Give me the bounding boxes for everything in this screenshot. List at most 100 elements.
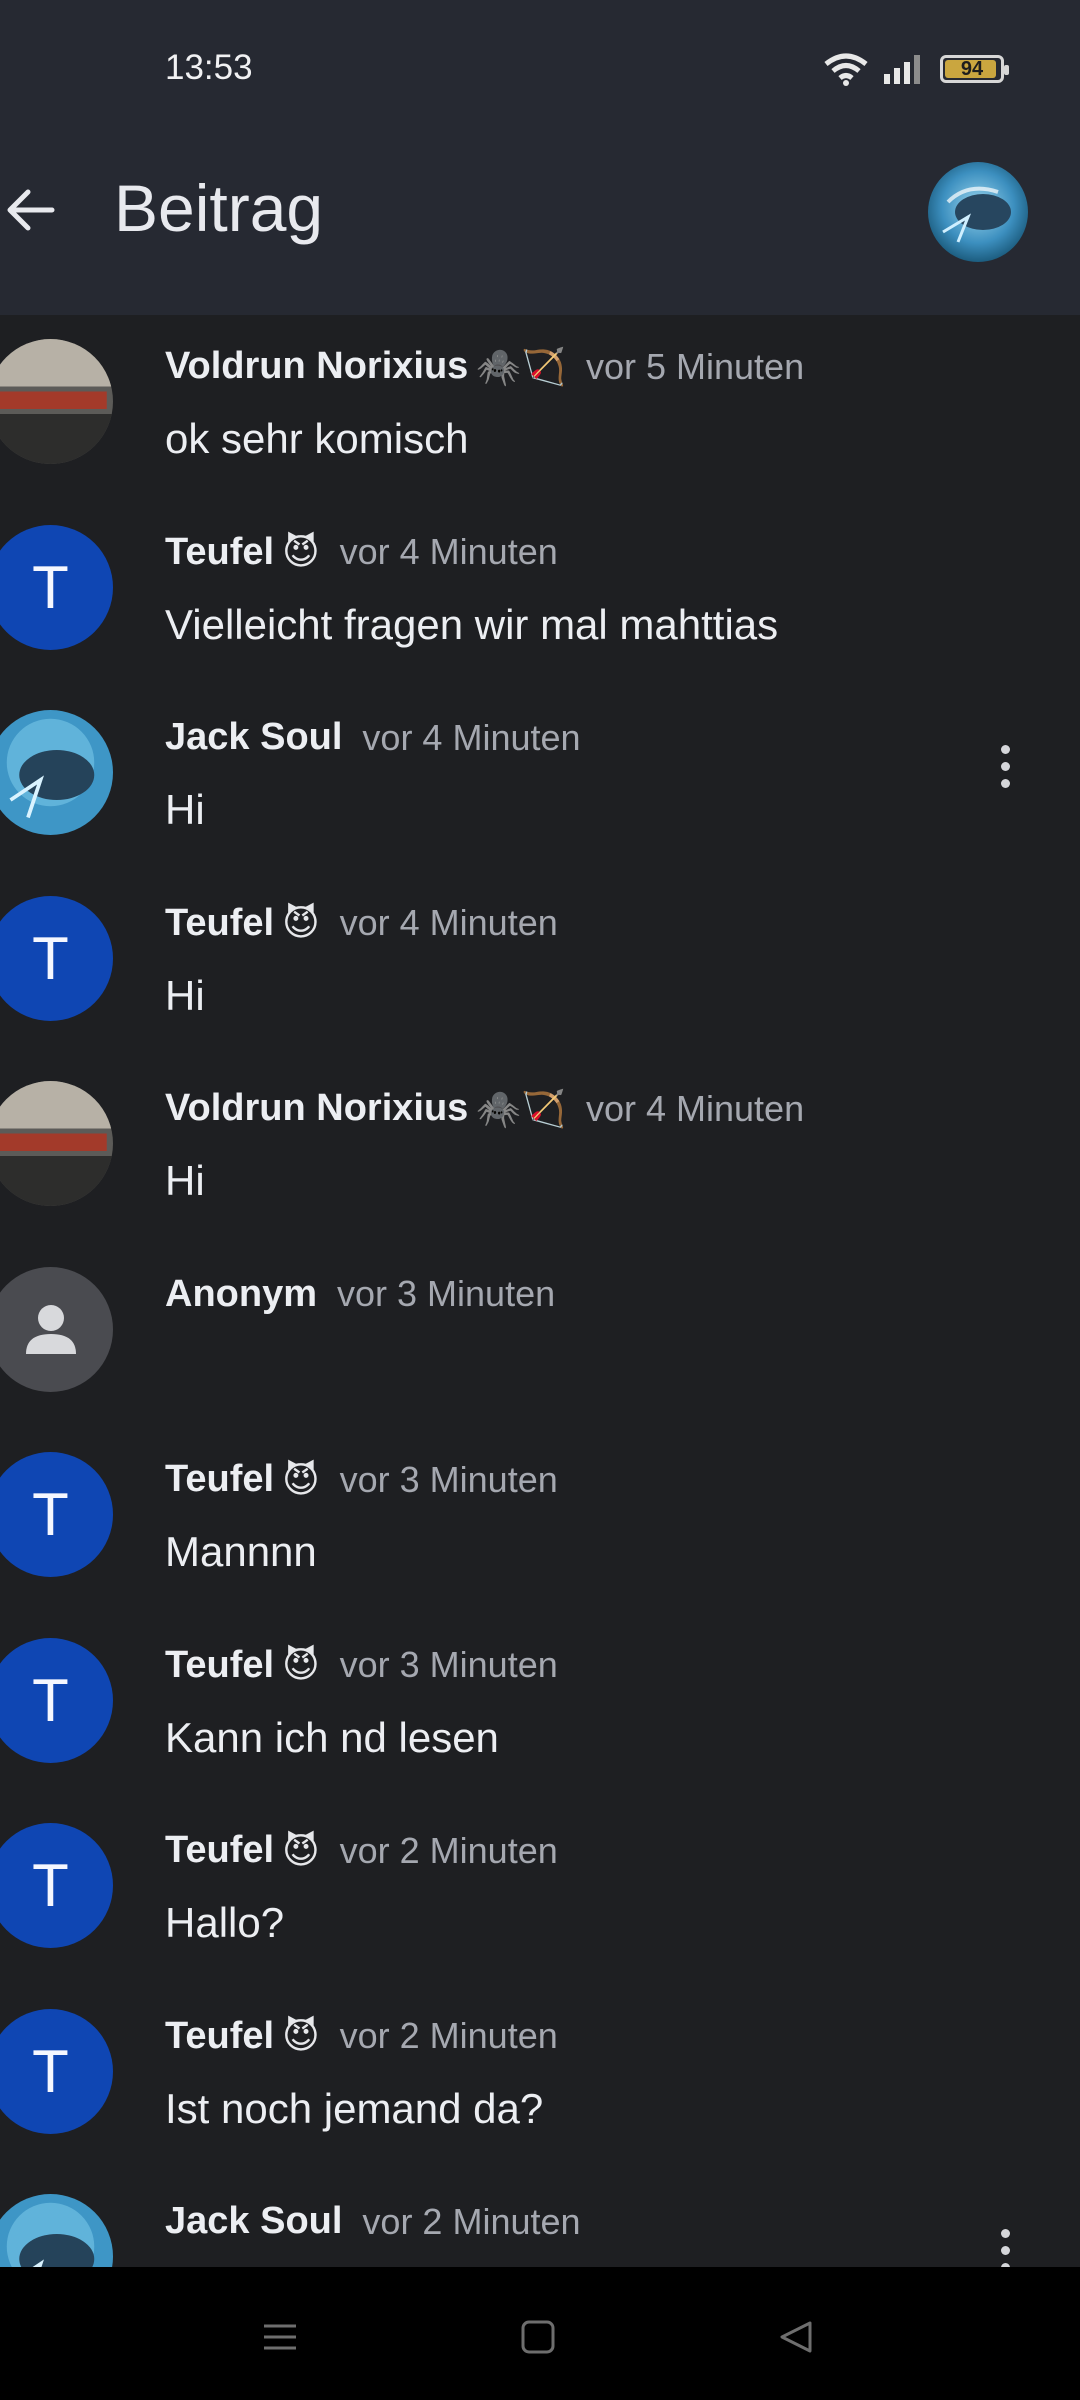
comment-author[interactable]: Teufel [165, 1644, 274, 1687]
more-vert-icon [1000, 744, 1010, 754]
author-badges: 😈 [282, 1829, 320, 1871]
comment-text: ok sehr komisch [165, 415, 469, 462]
avatar[interactable]: T [0, 524, 113, 650]
comment-meta: Voldrun Norixius 🕷️🏹 vor 5 Minuten [165, 345, 804, 388]
more-options-button[interactable] [990, 736, 1020, 796]
comment-author[interactable]: Teufel [165, 531, 274, 574]
more-vert-icon [1000, 778, 1010, 788]
voldrun-avatar-image [0, 339, 113, 464]
author-badges: 😈 [282, 531, 320, 572]
comment-item[interactable]: Jack Soul vor 4 Minuten Hi [0, 686, 1080, 872]
comment-text: Hi [165, 1157, 205, 1204]
comment-time: vor 4 Minuten [362, 716, 581, 758]
system-nav-bar [0, 2267, 1080, 2400]
comment-item[interactable]: Anonym vor 3 Minuten [0, 1243, 1080, 1429]
comment-time: vor 3 Minuten [339, 1644, 558, 1685]
comment-time: vor 2 Minuten [339, 2015, 558, 2056]
anonymous-avatar[interactable] [0, 1266, 113, 1392]
comment-text: Mannnn [165, 1528, 317, 1575]
menu-button[interactable] [250, 2307, 310, 2367]
avatar[interactable]: T [0, 1823, 113, 1948]
comment-time: vor 4 Minuten [339, 902, 558, 943]
battery-icon: 94 [940, 55, 1009, 83]
status-bar: 13:53 94 [0, 0, 1080, 110]
comment-meta: Jack Soul vor 4 Minuten [165, 716, 581, 759]
comment-meta: Teufel 😈 vor 4 Minuten [165, 531, 558, 574]
avatar[interactable] [0, 339, 113, 464]
comment-time: vor 3 Minuten [337, 1273, 556, 1314]
comment-author[interactable]: Anonym [165, 1273, 317, 1316]
avatar[interactable]: T [0, 1637, 113, 1763]
comment-item[interactable]: Voldrun Norixius 🕷️🏹 vor 5 Minuten ok sehr … [0, 315, 1080, 501]
comment-text: Ist noch jemand da? [165, 2084, 544, 2132]
comment-time: vor 2 Minuten [362, 2200, 581, 2242]
more-vert-icon [1000, 761, 1010, 771]
arrow-left-icon [7, 189, 55, 231]
voldrun-avatar-image [0, 1081, 113, 1206]
comment-author[interactable]: Teufel [165, 1829, 274, 1872]
jack-soul-avatar-image [0, 710, 113, 835]
more-vert-icon [1000, 2228, 1010, 2238]
page-title: Beitrag [114, 171, 324, 245]
avatar[interactable]: T [0, 895, 113, 1021]
comment-author[interactable]: Jack Soul [165, 2200, 342, 2243]
comment-time: vor 4 Minuten [585, 1087, 805, 1129]
comment-item[interactable]: Jack Soul vor 2 Minuten [0, 2170, 1080, 2267]
author-badges: 😈 [282, 2015, 320, 2056]
comment-item[interactable]: T Teufel 😈 vor 4 Minuten Vielleicht fragen w… [0, 501, 1080, 687]
nav-back-button[interactable] [766, 2307, 826, 2367]
comment-time: vor 2 Minuten [339, 1829, 558, 1871]
author-badges: 😈 [282, 902, 320, 943]
comment-author[interactable]: Teufel [165, 2015, 274, 2058]
comment-list[interactable]: Voldrun Norixius 🕷️🏹 vor 5 Minuten ok sehr … [0, 315, 1080, 2267]
home-square-icon [521, 2320, 555, 2354]
comment-meta: Voldrun Norixius 🕷️🏹 vor 4 Minuten [165, 1087, 804, 1130]
comment-time: vor 3 Minuten [339, 1458, 558, 1500]
author-badges: 🕷️🏹 [476, 1087, 566, 1129]
comment-text: Hi [165, 786, 205, 833]
home-button[interactable] [508, 2307, 568, 2367]
avatar[interactable] [0, 710, 113, 835]
comment-author[interactable]: Jack Soul [165, 716, 342, 759]
back-button[interactable] [0, 180, 60, 240]
jack-soul-avatar-image [928, 162, 1028, 262]
person-icon [25, 1305, 76, 1354]
comment-item[interactable]: Voldrun Norixius 🕷️🏹 vor 4 Minuten Hi [0, 1057, 1080, 1243]
author-badges: 🕷️🏹 [476, 345, 566, 387]
comment-time: vor 5 Minuten [585, 345, 805, 387]
comment-time: vor 4 Minuten [339, 531, 558, 572]
comment-item[interactable]: T Teufel 😈 vor 4 Minuten Hi [0, 872, 1080, 1058]
menu-icon [264, 2324, 296, 2350]
comment-meta: Teufel 😈 vor 2 Minuten [165, 2015, 558, 2058]
status-icons: 94 [824, 52, 1009, 86]
triangle-back-icon [780, 2321, 812, 2353]
jack-soul-avatar-image [0, 2194, 113, 2267]
comment-author[interactable]: Teufel [165, 1458, 274, 1501]
comment-text: Hallo? [165, 1899, 285, 1946]
avatar[interactable] [0, 1081, 113, 1206]
comment-meta: Teufel 😈 vor 3 Minuten [165, 1644, 558, 1687]
comment-author[interactable]: Voldrun Norixius [165, 345, 468, 388]
comment-text: Vielleicht fragen wir mal mahttias [165, 600, 779, 648]
comment-item[interactable]: T Teufel 😈 vor 3 Minuten Kann ich nd lesen [0, 1614, 1080, 1800]
profile-avatar[interactable] [928, 162, 1028, 262]
avatar[interactable]: T [0, 2008, 113, 2134]
battery-level: 94 [960, 57, 984, 80]
more-options-button[interactable] [990, 2220, 1020, 2267]
wifi-icon [824, 53, 868, 86]
comment-text: Hi [165, 971, 205, 1019]
comment-item[interactable]: T Teufel 😈 vor 2 Minuten Ist noch jemand da? [0, 1985, 1080, 2171]
comment-meta: Teufel 😈 vor 2 Minuten [165, 1829, 558, 1872]
app-bar: Beitrag [0, 110, 1080, 315]
more-vert-icon [1000, 2245, 1010, 2255]
comment-author[interactable]: Teufel [165, 902, 274, 945]
avatar[interactable]: T [0, 1452, 113, 1577]
comment-item[interactable]: T Teufel 😈 vor 2 Minuten Hallo? [0, 1799, 1080, 1985]
author-badges: 😈 [282, 1644, 320, 1685]
comment-meta: Teufel 😈 vor 3 Minuten [165, 1458, 558, 1501]
comment-author[interactable]: Voldrun Norixius [165, 1087, 468, 1130]
signal-icon [884, 55, 920, 84]
avatar[interactable] [0, 2194, 113, 2267]
status-time: 13:53 [165, 48, 253, 87]
comment-item[interactable]: T Teufel 😈 vor 3 Minuten Mannnn [0, 1428, 1080, 1614]
